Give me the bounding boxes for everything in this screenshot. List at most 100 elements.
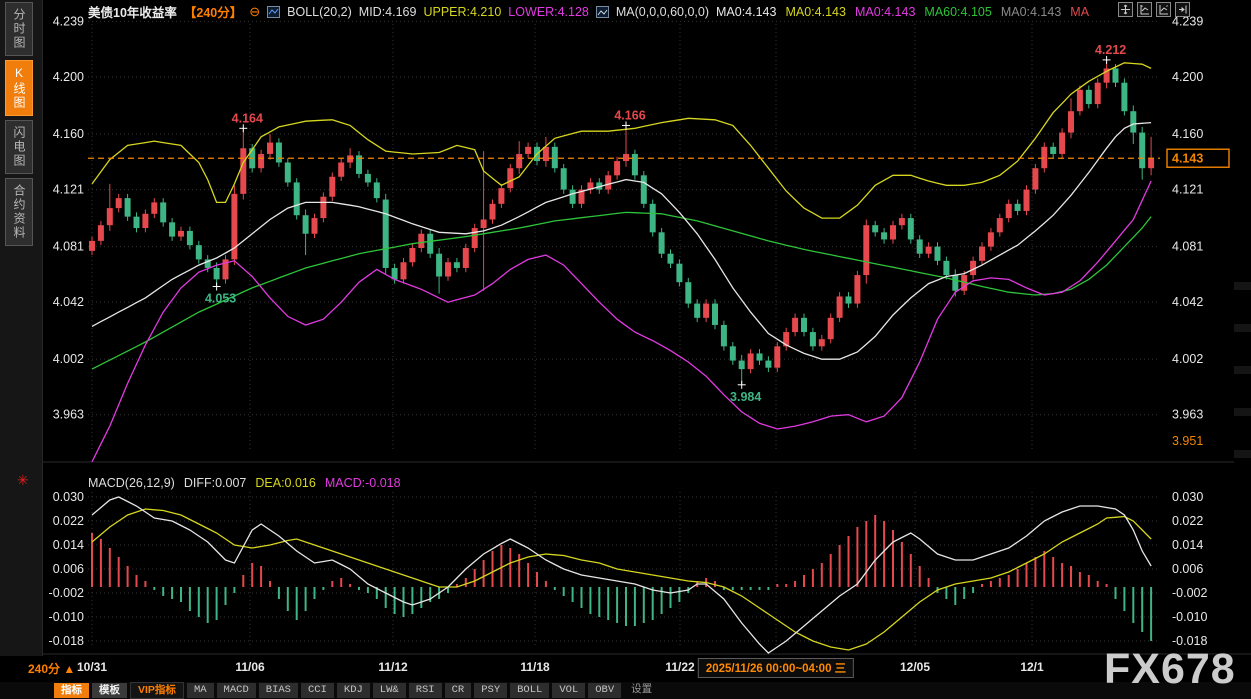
- toolbar-button-2[interactable]: VIP指标: [130, 682, 184, 699]
- crosshair-move-icon[interactable]: [1118, 2, 1133, 17]
- watermark-logo: FX678: [1104, 648, 1236, 691]
- toolbar-button-15[interactable]: 设置: [624, 683, 659, 698]
- svg-text:0.006: 0.006: [1172, 562, 1203, 576]
- indicator-toolbar: 指标模板VIP指标MAMACDBIASCCIKDJLW&RSICRPSYBOLL…: [0, 682, 1251, 699]
- right-edge-strip: [1234, 248, 1251, 463]
- svg-text:-0.018: -0.018: [49, 634, 84, 648]
- toolbar-button-6[interactable]: CCI: [301, 683, 334, 698]
- macd-dea-value: DEA:0.016: [255, 476, 315, 490]
- toolbar-button-7[interactable]: KDJ: [337, 683, 370, 698]
- toolbar-button-9[interactable]: RSI: [409, 683, 442, 698]
- toolbar-button-5[interactable]: BIAS: [259, 683, 298, 698]
- svg-text:4.121: 4.121: [53, 183, 84, 197]
- time-tick: 11/12: [378, 660, 407, 674]
- price-chart-canvas[interactable]: 4.1644.0534.1663.9844.2124.2394.2394.200…: [0, 0, 1251, 655]
- left-sidebar: 分时图 K线图闪电图合约资料: [0, 0, 43, 656]
- svg-text:4.053: 4.053: [205, 291, 236, 305]
- toolbar-button-12[interactable]: BOLL: [510, 683, 549, 698]
- svg-text:0.014: 0.014: [1172, 538, 1203, 552]
- svg-text:0.022: 0.022: [1172, 514, 1203, 528]
- toolbar-button-3[interactable]: MA: [187, 683, 214, 698]
- svg-text:4.002: 4.002: [1172, 352, 1203, 366]
- svg-text:4.166: 4.166: [614, 108, 645, 122]
- pane-zoom-out-icon[interactable]: [1137, 2, 1152, 17]
- macd-macd-value: MACD:-0.018: [325, 476, 401, 490]
- ma-name: MA(0,0,0,60,0,0): [616, 5, 709, 19]
- collapse-icon[interactable]: ⊖: [249, 4, 260, 20]
- svg-text:4.239: 4.239: [53, 14, 84, 28]
- period-selector[interactable]: 240分 ▲: [28, 660, 75, 677]
- toolbar-button-1[interactable]: 模板: [92, 683, 127, 698]
- svg-text:4.200: 4.200: [53, 70, 84, 84]
- svg-text:3.963: 3.963: [53, 408, 84, 422]
- svg-text:4.200: 4.200: [1172, 70, 1203, 84]
- ma-value-2: MA0:4.143: [855, 5, 915, 19]
- svg-text:4.081: 4.081: [53, 240, 84, 254]
- time-tick: 11/22: [665, 660, 694, 674]
- boll-indicator-icon[interactable]: [267, 6, 280, 18]
- svg-text:0.022: 0.022: [53, 514, 84, 528]
- time-tick: 11/06: [235, 660, 264, 674]
- toolbar-button-11[interactable]: PSY: [474, 683, 507, 698]
- svg-text:-0.002: -0.002: [1172, 586, 1207, 600]
- svg-text:-0.010: -0.010: [1172, 610, 1207, 624]
- boll-lower-value: LOWER:4.128: [508, 5, 589, 19]
- alarm-icon[interactable]: ✳: [17, 472, 29, 489]
- toolbar-button-14[interactable]: OBV: [588, 683, 621, 698]
- macd-diff-value: DIFF:0.007: [184, 476, 247, 490]
- time-tick: 12/1: [1020, 660, 1043, 674]
- time-axis-row: 240分 ▲ 10/31 11/06 11/12 11/18 11/22 2025/11/…: [0, 656, 1251, 681]
- boll-upper-value: UPPER:4.210: [423, 5, 501, 19]
- last-price-badge: 4.143: [1172, 152, 1203, 166]
- macd-header: MACD(26,12,9) DIFF:0.007 DEA:0.016 MACD:…: [88, 476, 401, 490]
- toolbar-button-10[interactable]: CR: [445, 683, 472, 698]
- sidebar-tab-3[interactable]: 合约资料: [5, 178, 33, 246]
- time-tick: 10/31: [77, 660, 107, 674]
- toolbar-button-4[interactable]: MACD: [217, 683, 256, 698]
- pane-zoom-in-icon[interactable]: [1156, 2, 1171, 17]
- svg-text:4.042: 4.042: [53, 295, 84, 309]
- ma-value-5: MA: [1070, 5, 1089, 19]
- corner-tools: [1118, 2, 1190, 17]
- svg-text:4.164: 4.164: [232, 111, 263, 125]
- toolbar-button-13[interactable]: VOL: [552, 683, 585, 698]
- sidebar-tab-2[interactable]: 闪电图: [5, 120, 33, 174]
- svg-text:4.212: 4.212: [1095, 43, 1126, 57]
- svg-text:4.081: 4.081: [1172, 240, 1203, 254]
- svg-text:4.121: 4.121: [1172, 183, 1203, 197]
- time-tick: 12/05: [900, 660, 930, 674]
- svg-text:0.030: 0.030: [53, 490, 84, 504]
- boll-name: BOLL(20,2): [287, 5, 352, 19]
- svg-text:3.984: 3.984: [730, 390, 761, 404]
- toolbar-button-8[interactable]: LW&: [373, 683, 406, 698]
- svg-text:0.014: 0.014: [53, 538, 84, 552]
- ma-values: MA0:4.143 MA0:4.143 MA0:4.143 MA60:4.105 MA0…: [716, 5, 1089, 19]
- ma-value-1: MA0:4.143: [785, 5, 845, 19]
- chart-mode-tabs: 分时图 K线图闪电图合约资料: [5, 2, 33, 246]
- collapse-panel-icon[interactable]: [1175, 2, 1190, 17]
- ma-indicator-icon[interactable]: [596, 6, 609, 18]
- svg-text:-0.002: -0.002: [49, 586, 84, 600]
- time-tick: 11/18: [520, 660, 549, 674]
- svg-text:3.963: 3.963: [1172, 408, 1203, 422]
- time-tick-highlight: 2025/11/26 00:00~04:00 三: [698, 658, 854, 678]
- svg-text:0.030: 0.030: [1172, 490, 1203, 504]
- svg-text:4.160: 4.160: [1172, 127, 1203, 141]
- sidebar-tab-1[interactable]: K线图: [5, 60, 33, 116]
- toolbar-button-0[interactable]: 指标: [54, 683, 89, 698]
- period-badge: 【240分】: [184, 2, 242, 21]
- svg-text:-0.010: -0.010: [49, 610, 84, 624]
- chart-header: 美债10年收益率 【240分】 ⊖ BOLL(20,2) MID:4.169 U…: [88, 3, 1089, 20]
- svg-text:4.160: 4.160: [53, 127, 84, 141]
- sidebar-tab-0[interactable]: 分时图: [5, 2, 33, 56]
- macd-name: MACD(26,12,9): [88, 476, 175, 490]
- instrument-title: 美债10年收益率: [88, 2, 177, 21]
- svg-text:4.002: 4.002: [53, 352, 84, 366]
- boll-mid-value: MID:4.169: [359, 5, 417, 19]
- trading-terminal: 4.1644.0534.1663.9844.2124.2394.2394.200…: [0, 0, 1251, 699]
- ma-value-4: MA0:4.143: [1001, 5, 1061, 19]
- ma-value-0: MA0:4.143: [716, 5, 776, 19]
- ma-value-3: MA60:4.105: [924, 5, 991, 19]
- svg-text:4.042: 4.042: [1172, 295, 1203, 309]
- svg-text:0.006: 0.006: [53, 562, 84, 576]
